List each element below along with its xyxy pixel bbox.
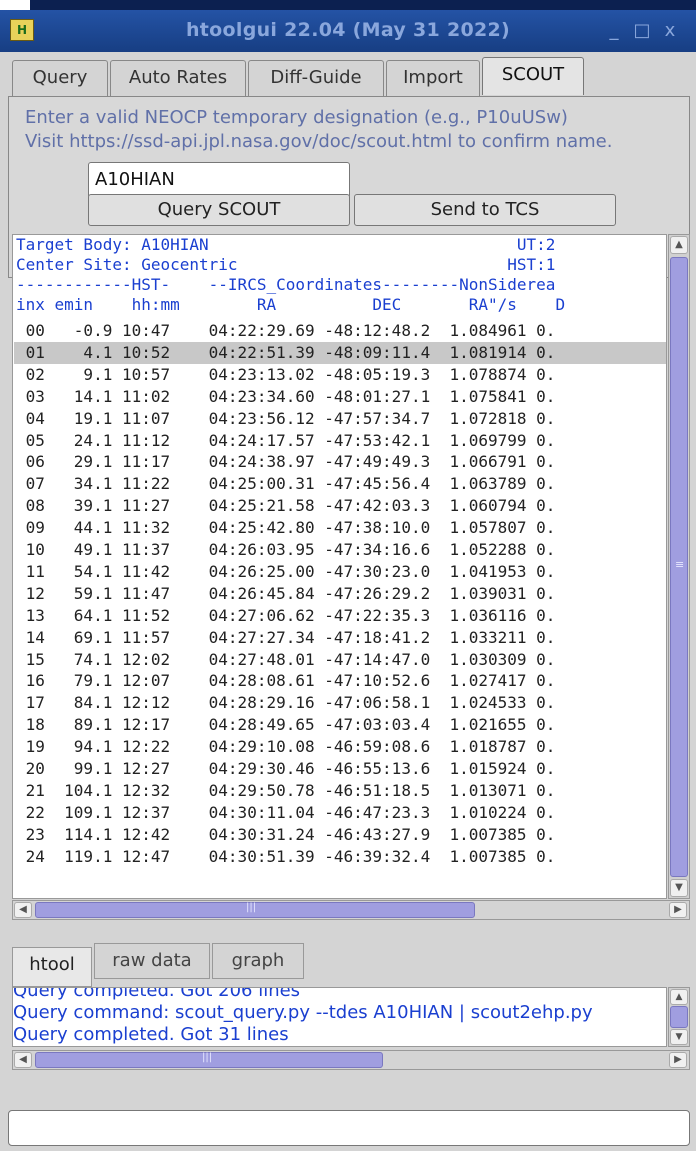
table-row[interactable]: 19 94.1 12:22 04:29:10.08 -46:59:08.6 1.… bbox=[16, 737, 556, 757]
table-row[interactable]: 20 99.1 12:27 04:29:30.46 -46:55:13.6 1.… bbox=[16, 759, 556, 779]
window-title: htoolgui 22.04 (May 31 2022) bbox=[185, 19, 511, 41]
maximize-button[interactable]: □ bbox=[632, 20, 652, 42]
table-row[interactable]: 09 44.1 11:32 04:25:42.80 -47:38:10.0 1.… bbox=[16, 518, 556, 538]
close-button[interactable]: x bbox=[660, 20, 680, 42]
scout-hint-line-1: Enter a valid NEOCP temporary designatio… bbox=[25, 107, 568, 128]
grip-icon: ||| bbox=[202, 1052, 213, 1063]
table-row[interactable]: 12 59.1 11:47 04:26:45.84 -47:26:29.2 1.… bbox=[16, 584, 556, 604]
title-bar[interactable]: H htoolgui 22.04 (May 31 2022) _ □ x bbox=[0, 10, 696, 52]
table-row[interactable]: 01 4.1 10:52 04:22:51.39 -48:09:11.4 1.0… bbox=[16, 343, 556, 363]
grip-icon: ≡ bbox=[675, 558, 685, 571]
scroll-right-icon[interactable]: ▶ bbox=[669, 902, 687, 918]
output-header-groups: ------------HST- --IRCS_Coordinates-----… bbox=[16, 275, 556, 294]
output-header-columns: inx emin hh:mm RA DEC RA"/s D bbox=[16, 295, 566, 314]
log-line: Query command: scout_query.py --tdes A10… bbox=[13, 1002, 593, 1023]
vertical-scroll-thumb[interactable]: ≡ bbox=[670, 257, 688, 877]
log-vertical-scrollbar[interactable]: ▲ ▼ bbox=[668, 987, 690, 1047]
table-row[interactable]: 04 19.1 11:07 04:23:56.12 -47:57:34.7 1.… bbox=[16, 409, 556, 429]
table-row[interactable]: 00 -0.9 10:47 04:22:29.69 -48:12:48.2 1.… bbox=[16, 321, 556, 341]
scout-output-text[interactable]: Target Body: A10HIAN UT:2 Center Site: G… bbox=[12, 234, 667, 899]
send-to-tcs-button[interactable]: Send to TCS bbox=[354, 194, 616, 226]
table-row[interactable]: 24 119.1 12:47 04:30:51.39 -46:39:32.4 1… bbox=[16, 847, 556, 867]
designation-input[interactable]: A10HIAN bbox=[88, 162, 350, 198]
tab-scout[interactable]: SCOUT bbox=[482, 57, 584, 95]
tab-htool[interactable]: htool bbox=[12, 947, 92, 987]
top-strip-dark bbox=[30, 0, 696, 10]
command-entry[interactable] bbox=[8, 1110, 690, 1146]
output-horizontal-scrollbar[interactable]: ◀ ||| ▶ bbox=[12, 900, 690, 920]
scout-hint-line-2: Visit https://ssd-api.jpl.nasa.gov/doc/s… bbox=[25, 131, 613, 152]
table-row[interactable]: 18 89.1 12:17 04:28:49.65 -47:03:03.4 1.… bbox=[16, 715, 556, 735]
table-row[interactable]: 10 49.1 11:37 04:26:03.95 -47:34:16.6 1.… bbox=[16, 540, 556, 560]
scroll-left-icon[interactable]: ◀ bbox=[14, 1052, 32, 1068]
log-line: Query completed. Got 31 lines bbox=[13, 1024, 289, 1045]
table-row[interactable]: 07 34.1 11:22 04:25:00.31 -47:45:56.4 1.… bbox=[16, 474, 556, 494]
table-row[interactable]: 02 9.1 10:57 04:23:13.02 -48:05:19.3 1.0… bbox=[16, 365, 556, 385]
log-horizontal-scrollbar[interactable]: ◀ ||| ▶ bbox=[12, 1050, 690, 1070]
log-horizontal-scroll-thumb[interactable]: ||| bbox=[35, 1052, 383, 1068]
scroll-up-icon[interactable]: ▲ bbox=[670, 989, 688, 1005]
table-row[interactable]: 17 84.1 12:12 04:28:29.16 -47:06:58.1 1.… bbox=[16, 693, 556, 713]
output-header-center: Center Site: Geocentric HST:1 bbox=[16, 255, 556, 274]
main-window: Query Auto Rates Diff-Guide Import Enter… bbox=[0, 52, 696, 1151]
tab-import[interactable]: Import bbox=[386, 60, 480, 96]
table-row[interactable]: 06 29.1 11:17 04:24:38.97 -47:49:49.3 1.… bbox=[16, 452, 556, 472]
output-vertical-scrollbar[interactable]: ▲ ≡ ▼ bbox=[668, 234, 690, 899]
scroll-up-icon[interactable]: ▲ bbox=[670, 236, 688, 254]
grip-icon: ||| bbox=[246, 902, 257, 913]
horizontal-scroll-thumb[interactable]: ||| bbox=[35, 902, 475, 918]
minimize-button[interactable]: _ bbox=[604, 20, 624, 42]
top-strip bbox=[0, 0, 696, 10]
tab-auto-rates[interactable]: Auto Rates bbox=[110, 60, 246, 96]
table-row[interactable]: 05 24.1 11:12 04:24:17.57 -47:53:42.1 1.… bbox=[16, 431, 556, 451]
query-scout-button[interactable]: Query SCOUT bbox=[88, 194, 350, 226]
table-row[interactable]: 16 79.1 12:07 04:28:08.61 -47:10:52.6 1.… bbox=[16, 671, 556, 691]
scroll-down-icon[interactable]: ▼ bbox=[670, 879, 688, 897]
table-row[interactable]: 08 39.1 11:27 04:25:21.58 -47:42:03.3 1.… bbox=[16, 496, 556, 516]
tab-graph[interactable]: graph bbox=[212, 943, 304, 979]
log-line: Query completed. Got 206 lines bbox=[13, 987, 301, 1001]
table-row[interactable]: 11 54.1 11:42 04:26:25.00 -47:30:23.0 1.… bbox=[16, 562, 556, 582]
tab-query[interactable]: Query bbox=[12, 60, 108, 96]
table-row[interactable]: 22 109.1 12:37 04:30:11.04 -46:47:23.3 1… bbox=[16, 803, 556, 823]
log-output[interactable]: Query completed. Got 206 lines Query com… bbox=[12, 987, 667, 1047]
scroll-right-icon[interactable]: ▶ bbox=[669, 1052, 687, 1068]
table-row[interactable]: 21 104.1 12:32 04:29:50.78 -46:51:18.5 1… bbox=[16, 781, 556, 801]
table-row[interactable]: 23 114.1 12:42 04:30:31.24 -46:43:27.9 1… bbox=[16, 825, 556, 845]
scroll-left-icon[interactable]: ◀ bbox=[14, 902, 32, 918]
tab-diff-guide[interactable]: Diff-Guide bbox=[248, 60, 384, 96]
scroll-down-icon[interactable]: ▼ bbox=[670, 1029, 688, 1045]
output-header-target: Target Body: A10HIAN UT:2 bbox=[16, 235, 556, 254]
log-scroll-thumb[interactable] bbox=[670, 1006, 688, 1028]
tab-raw-data[interactable]: raw data bbox=[94, 943, 210, 979]
table-row[interactable]: 14 69.1 11:57 04:27:27.34 -47:18:41.2 1.… bbox=[16, 628, 556, 648]
table-row[interactable]: 03 14.1 11:02 04:23:34.60 -48:01:27.1 1.… bbox=[16, 387, 556, 407]
table-row[interactable]: 13 64.1 11:52 04:27:06.62 -47:22:35.3 1.… bbox=[16, 606, 556, 626]
table-row[interactable]: 15 74.1 12:02 04:27:48.01 -47:14:47.0 1.… bbox=[16, 650, 556, 670]
